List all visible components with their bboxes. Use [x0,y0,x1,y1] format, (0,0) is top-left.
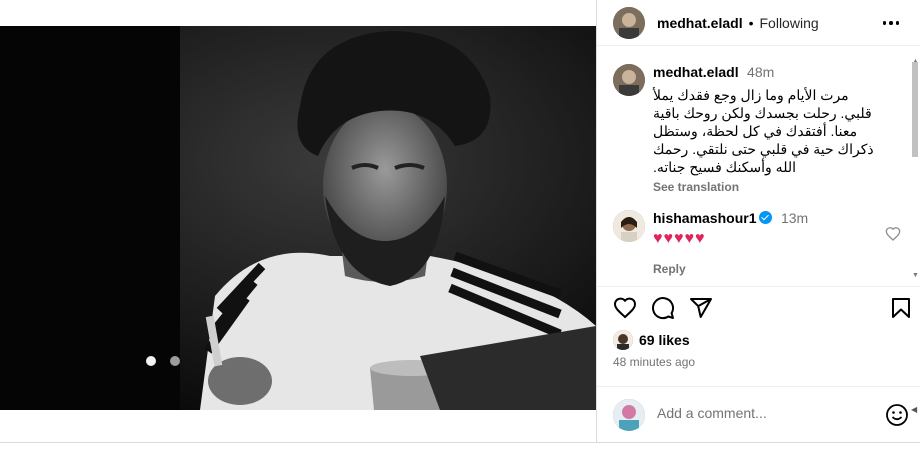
see-translation-link[interactable]: See translation [653,180,903,194]
add-comment-row: Add a comment... ◀ [597,386,920,442]
reply-button[interactable]: Reply [653,262,903,276]
add-comment-input[interactable]: Add a comment... [657,405,767,421]
caption-item: medhat.eladl 48m مرت الأيام وما زال وجع … [613,64,903,194]
caption-time: 48m [747,64,775,80]
instagram-post-view: medhat.eladl • Following medhat.eladl 48… [0,0,920,468]
comments-scrollbar[interactable]: ▲ ▼ [912,58,919,280]
caption-text: مرت الأيام وما زال وجع فقدك يملأ قلبي. ر… [653,87,874,175]
post-timestamp[interactable]: 48 minutes ago [613,355,695,369]
more-options-icon[interactable] [881,13,901,33]
scroll-right-arrow-icon[interactable]: ◀ [911,405,917,414]
post-details-panel: medhat.eladl • Following medhat.eladl 48… [596,0,920,442]
comment-icon[interactable] [651,296,675,320]
carousel-dot[interactable] [170,356,180,366]
scroll-down-arrow-icon[interactable]: ▼ [912,272,919,279]
liker-avatar[interactable] [613,330,633,350]
caption-username[interactable]: medhat.eladl [653,64,739,80]
caption-avatar[interactable] [613,64,645,96]
separator-dot: • [748,14,754,31]
following-button[interactable]: Following [760,15,819,31]
carousel-indicators [146,356,180,366]
portrait-photo [0,26,596,410]
actions-divider [597,286,920,287]
share-icon[interactable] [689,296,713,320]
author-username[interactable]: medhat.eladl [657,15,743,31]
comment-item: hishamashour1 13m ♥♥♥♥♥ Reply [613,210,903,280]
bookmark-icon[interactable] [889,296,913,320]
heart-icon[interactable] [613,296,637,320]
post-header: medhat.eladl • Following [597,0,920,46]
likes-row: 69 likes [613,330,690,350]
comments-list: medhat.eladl 48m مرت الأيام وما زال وجع … [597,58,911,282]
author-avatar[interactable] [613,6,645,39]
likes-count[interactable]: 69 likes [639,332,690,348]
verified-badge-icon [759,211,773,224]
post-actions [613,296,913,322]
commenter-username[interactable]: hishamashour1 [653,210,756,226]
viewer-avatar [613,399,645,431]
comment-like-icon[interactable] [885,226,901,242]
emoji-icon[interactable] [885,403,909,427]
post-image[interactable] [0,26,596,410]
page-divider [0,442,920,443]
scrollbar-thumb[interactable] [912,62,918,157]
comment-text: ♥♥♥♥♥ [653,230,706,247]
commenter-avatar[interactable] [613,210,645,242]
carousel-dot[interactable] [146,356,156,366]
comment-time: 13m [780,210,809,226]
